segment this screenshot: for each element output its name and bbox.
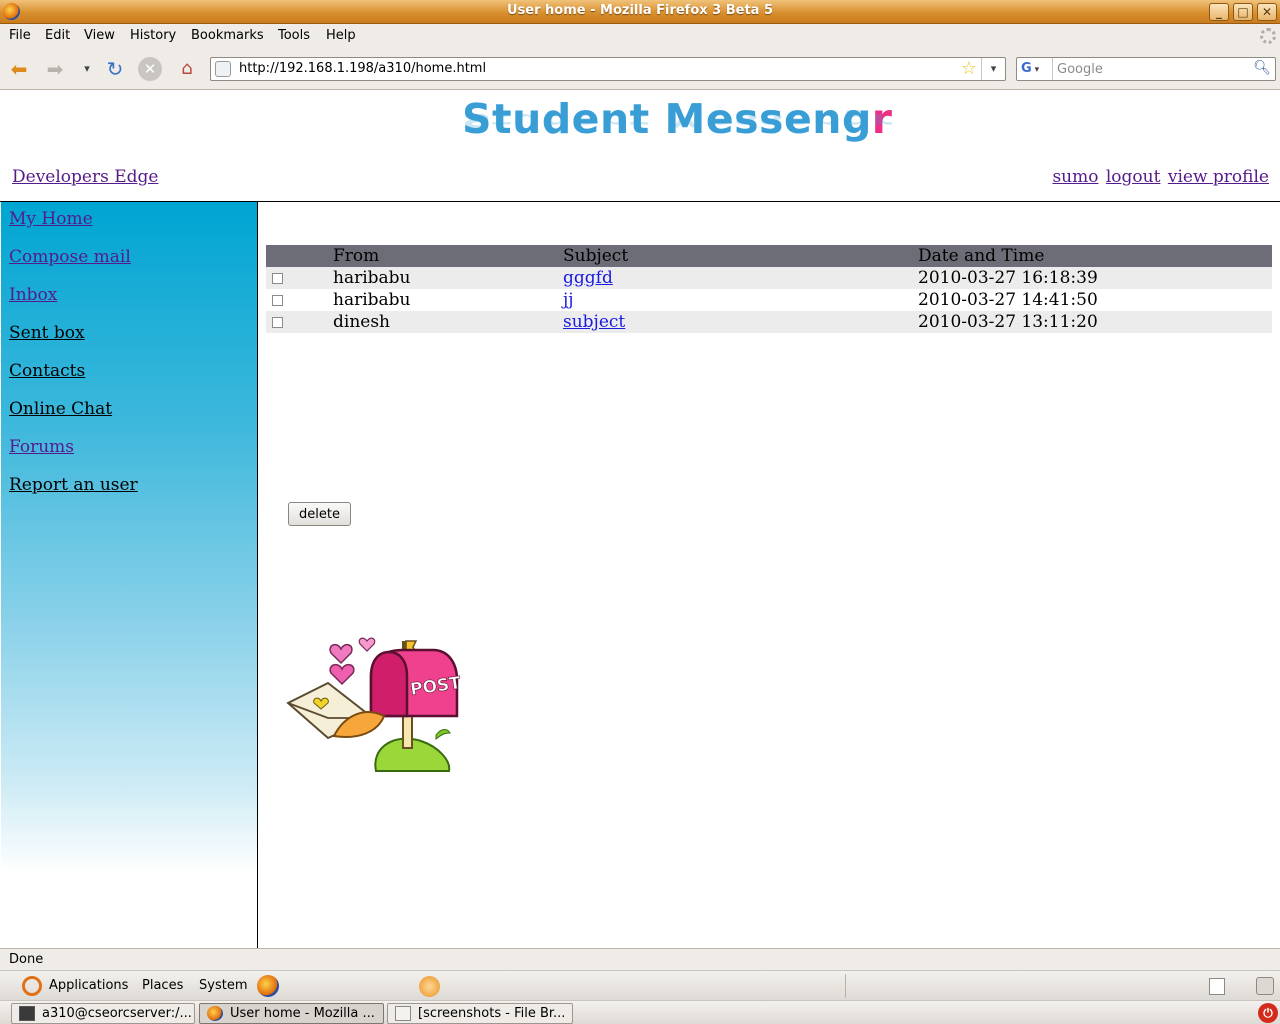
delete-button[interactable]: delete [288, 502, 351, 526]
sidebar-item-contacts[interactable]: Contacts [9, 361, 85, 381]
window-titlebar[interactable]: User home - Mozilla Firefox 3 Beta 5 _ □… [0, 0, 1280, 24]
menu-file[interactable]: File [9, 28, 31, 43]
back-arrow-icon[interactable]: ⬅ [6, 56, 32, 82]
power-icon[interactable]: ⏻ [1258, 1003, 1278, 1023]
activity-throbber-icon [1260, 28, 1276, 44]
places-menu[interactable]: Places [142, 978, 183, 993]
sidebar-item-forums[interactable]: Forums [9, 437, 74, 457]
trash-tray-icon[interactable] [1256, 977, 1274, 995]
sidebar-item-online-chat[interactable]: Online Chat [9, 399, 112, 419]
panel-separator [845, 974, 846, 998]
stop-icon[interactable]: ✕ [138, 57, 162, 81]
search-engine-selector[interactable]: G ▾ [1017, 58, 1053, 80]
history-dropdown-icon[interactable]: ▾ [74, 56, 100, 82]
message-datetime: 2010-03-27 14:41:50 [918, 289, 1272, 311]
home-icon[interactable]: ⌂ [174, 56, 200, 82]
file-browser-icon [395, 1006, 411, 1021]
column-header-subject: Subject [563, 245, 918, 267]
message-datetime: 2010-03-27 13:11:20 [918, 311, 1272, 333]
view-profile-link[interactable]: view profile [1168, 167, 1269, 187]
menu-view[interactable]: View [84, 28, 115, 43]
web-page: Student Messengr Student Messengr Develo… [0, 91, 1280, 948]
message-from: haribabu [333, 267, 563, 289]
app-launcher-icon[interactable] [419, 976, 440, 997]
url-dropdown-icon[interactable]: ▾ [981, 58, 1005, 80]
menu-help[interactable]: Help [326, 28, 356, 43]
user-links: sumo logout view profile [1050, 167, 1269, 187]
applications-menu[interactable]: Applications [49, 978, 128, 993]
menu-bar: File Edit View History Bookmarks Tools H… [0, 24, 1280, 48]
message-from: haribabu [333, 289, 563, 311]
status-bar: Done [0, 948, 1280, 970]
address-bar[interactable]: http://192.168.1.198/a310/home.html ☆ ▾ [210, 57, 1006, 81]
menu-edit[interactable]: Edit [45, 28, 70, 43]
table-row: dinesh subject 2010-03-27 13:11:20 [266, 311, 1272, 333]
table-row: haribabu jj 2010-03-27 14:41:50 [266, 289, 1272, 311]
column-header-from: From [333, 245, 563, 267]
sidebar-item-inbox[interactable]: Inbox [9, 285, 57, 305]
table-header-row: From Subject Date and Time [266, 245, 1272, 267]
inbox-table: From Subject Date and Time haribabu gggf… [266, 245, 1272, 333]
google-engine-icon: G [1021, 61, 1032, 76]
taskbar-item-file-browser[interactable]: [screenshots - File Br... [387, 1003, 573, 1024]
reload-icon[interactable]: ↻ [102, 56, 128, 82]
message-datetime: 2010-03-27 16:18:39 [918, 267, 1272, 289]
taskbar-item-firefox[interactable]: User home - Mozilla ... [199, 1003, 384, 1024]
message-checkbox[interactable] [272, 317, 283, 328]
firefox-launcher-icon[interactable] [257, 975, 279, 997]
menu-bookmarks[interactable]: Bookmarks [191, 28, 264, 43]
logout-link[interactable]: logout [1106, 167, 1161, 187]
status-text: Done [9, 952, 44, 967]
site-identity-icon[interactable] [215, 61, 231, 77]
maximize-button[interactable]: □ [1233, 3, 1253, 21]
sidebar-item-sent-box[interactable]: Sent box [9, 323, 85, 343]
sidebar-item-my-home[interactable]: My Home [9, 209, 93, 229]
logo-reflection: Student Messengr [462, 109, 893, 131]
close-button[interactable]: ✕ [1257, 3, 1277, 21]
forward-arrow-icon[interactable]: ➡ [42, 56, 68, 82]
message-checkbox[interactable] [272, 273, 283, 284]
search-input[interactable] [1057, 60, 1252, 78]
window-title: User home - Mozilla Firefox 3 Beta 5 [506, 3, 774, 18]
menu-history[interactable]: History [130, 28, 176, 43]
message-from: dinesh [333, 311, 563, 333]
firefox-icon [207, 1006, 223, 1021]
gnome-panel: Applications Places System [0, 970, 1280, 1000]
column-header-select [266, 245, 333, 267]
menu-tools[interactable]: Tools [278, 28, 310, 43]
table-row: haribabu gggfd 2010-03-27 16:18:39 [266, 267, 1272, 289]
taskbar-item-label: User home - Mozilla ... [230, 1006, 375, 1021]
clipboard-tray-icon[interactable] [1209, 978, 1225, 995]
message-checkbox[interactable] [272, 295, 283, 306]
message-subject-link[interactable]: gggfd [563, 268, 613, 288]
message-subject-link[interactable]: jj [563, 290, 574, 310]
url-text[interactable]: http://192.168.1.198/a310/home.html [239, 61, 486, 76]
search-bar[interactable]: G▾ 🔍︎ [1016, 57, 1276, 81]
minimize-button[interactable]: _ [1209, 3, 1229, 21]
site-logo: Student Messengr Student Messengr [462, 91, 893, 165]
developers-edge-link[interactable]: Developers Edge [12, 167, 158, 187]
taskbar-item-label: a310@cseorcserver:/... [42, 1006, 192, 1021]
message-subject-link[interactable]: subject [563, 312, 625, 332]
sidebar: My Home Compose mail Inbox Sent box Cont… [1, 202, 257, 948]
search-icon[interactable]: 🔍︎ [1253, 60, 1271, 76]
bookmark-star-icon[interactable]: ☆ [961, 58, 977, 79]
chevron-down-icon: ▾ [1034, 65, 1040, 75]
taskbar-item-label: [screenshots - File Br... [418, 1006, 566, 1021]
sidebar-item-compose-mail[interactable]: Compose mail [9, 247, 131, 267]
sidebar-divider [257, 202, 258, 948]
ubuntu-logo-icon[interactable] [22, 976, 42, 996]
column-header-datetime: Date and Time [918, 245, 1272, 267]
terminal-icon [19, 1006, 35, 1021]
mailbox-illustration-icon: POST [286, 637, 462, 772]
username-link[interactable]: sumo [1052, 167, 1098, 187]
sidebar-item-report-user[interactable]: Report an user [9, 475, 138, 495]
taskbar: a310@cseorcserver:/... User home - Mozil… [0, 1000, 1280, 1024]
system-menu[interactable]: System [199, 978, 247, 993]
taskbar-item-terminal[interactable]: a310@cseorcserver:/... [11, 1003, 195, 1024]
